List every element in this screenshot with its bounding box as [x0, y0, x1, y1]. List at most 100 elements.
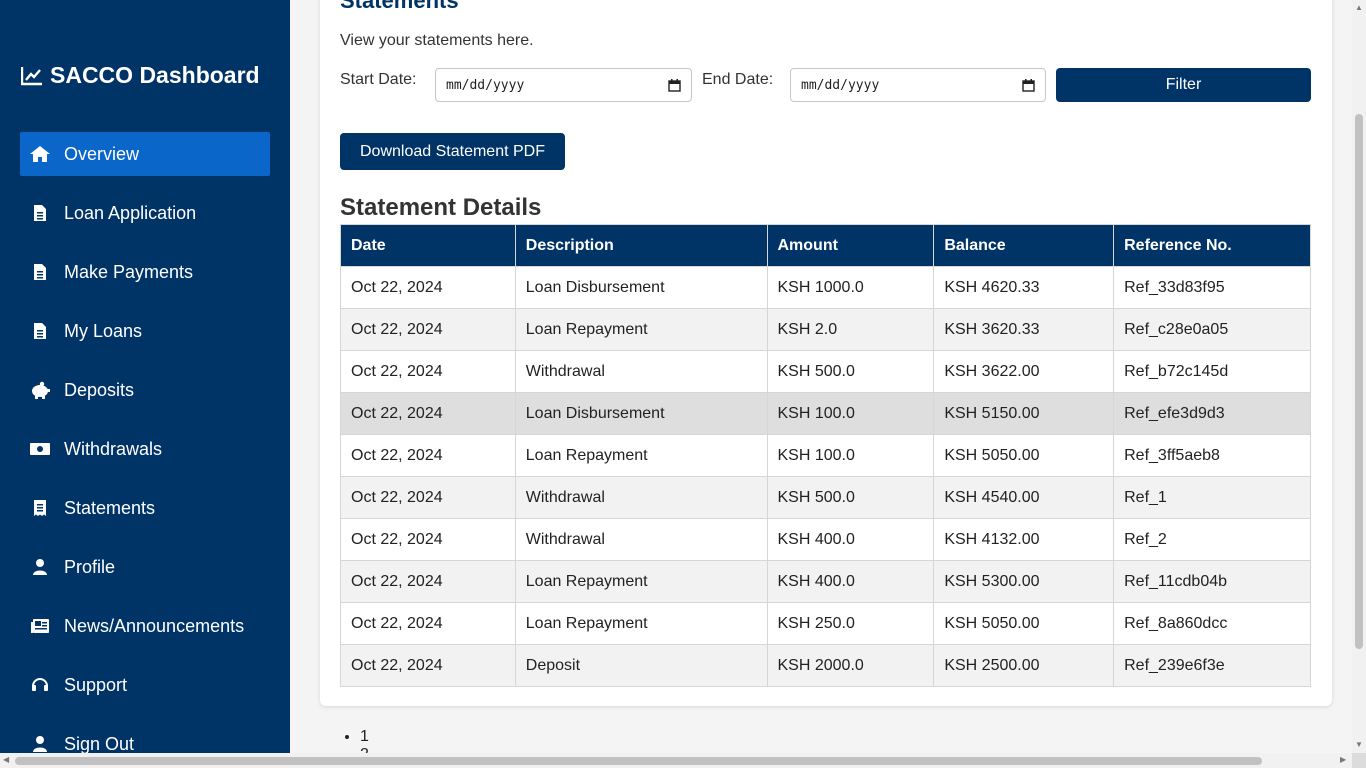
sidebar-item-label: Deposits — [64, 379, 135, 400]
page-title: Statements — [340, 0, 459, 13]
column-header-amount[interactable]: Amount — [766, 224, 935, 267]
column-header-reference[interactable]: Reference No. — [1113, 224, 1311, 267]
table-header-row: Date Description Amount Balance Referenc… — [340, 224, 1311, 267]
cell-description: Withdrawal — [514, 518, 768, 561]
table-row[interactable]: Oct 22, 2024 Loan Repayment KSH 100.0 KS… — [340, 434, 1311, 477]
cell-balance: KSH 2500.00 — [933, 644, 1115, 687]
horizontal-scroll-thumb[interactable] — [15, 757, 1262, 765]
sidebar-item-label: Loan Application — [64, 202, 197, 223]
cell-date: Oct 22, 2024 — [340, 602, 516, 645]
statement-table: Date Description Amount Balance Referenc… — [340, 224, 1311, 687]
sidebar-item-label: Sign Out — [64, 733, 135, 754]
cell-balance: KSH 4540.00 — [933, 476, 1115, 519]
cell-amount: KSH 400.0 — [766, 560, 935, 603]
cell-date: Oct 22, 2024 — [340, 392, 516, 435]
cell-description: Loan Repayment — [514, 434, 768, 477]
sidebar-item-news[interactable]: News/Announcements — [20, 604, 270, 648]
table-row[interactable]: Oct 22, 2024 Deposit KSH 2000.0 KSH 2500… — [340, 644, 1311, 687]
cell-reference: Ref_239e6f3e — [1113, 644, 1311, 687]
cell-date: Oct 22, 2024 — [340, 644, 516, 687]
table-row[interactable]: Oct 22, 2024 Withdrawal KSH 500.0 KSH 45… — [340, 476, 1311, 519]
pagination-page-1[interactable]: 1 — [360, 728, 369, 746]
cell-amount: KSH 100.0 — [766, 392, 935, 435]
home-icon — [28, 142, 52, 166]
column-header-description[interactable]: Description — [514, 224, 768, 267]
cell-balance: KSH 5150.00 — [933, 392, 1115, 435]
calendar-icon[interactable] — [1022, 78, 1035, 92]
cell-date: Oct 22, 2024 — [340, 476, 516, 519]
cell-reference: Ref_33d83f95 — [1113, 266, 1311, 309]
cell-description: Loan Disbursement — [514, 392, 768, 435]
calendar-icon[interactable] — [668, 78, 681, 92]
cell-reference: Ref_c28e0a05 — [1113, 308, 1311, 351]
table-row[interactable]: Oct 22, 2024 Withdrawal KSH 400.0 KSH 41… — [340, 518, 1311, 561]
brand[interactable]: SACCO Dashboard — [20, 62, 260, 89]
sidebar-item-statements[interactable]: Statements — [20, 486, 270, 530]
document-icon — [28, 201, 52, 225]
pagination-page-2[interactable]: 2 — [360, 746, 369, 753]
cell-amount: KSH 400.0 — [766, 518, 935, 561]
table-row[interactable]: Oct 22, 2024 Loan Repayment KSH 250.0 KS… — [340, 602, 1311, 645]
cell-date: Oct 22, 2024 — [340, 518, 516, 561]
cell-date: Oct 22, 2024 — [340, 560, 516, 603]
end-date-label: End Date: — [702, 71, 774, 88]
sidebar-item-label: Make Payments — [64, 261, 194, 282]
filter-button[interactable]: Filter — [1056, 68, 1311, 102]
cell-balance: KSH 4620.33 — [933, 266, 1115, 309]
start-date-input[interactable]: mm/dd/yyyy — [435, 68, 692, 102]
sidebar-nav: Overview Loan Application Make Payments … — [20, 132, 270, 768]
sidebar: SACCO Dashboard Overview Loan Applicatio… — [0, 0, 290, 768]
table-row[interactable]: Oct 22, 2024 Loan Disbursement KSH 100.0… — [340, 392, 1311, 435]
vertical-scroll-thumb[interactable] — [1355, 114, 1363, 649]
sidebar-item-make-payments[interactable]: Make Payments — [20, 250, 270, 294]
column-header-date[interactable]: Date — [340, 224, 516, 267]
cell-amount: KSH 2000.0 — [766, 644, 935, 687]
table-row[interactable]: Oct 22, 2024 Withdrawal KSH 500.0 KSH 36… — [340, 350, 1311, 393]
cell-date: Oct 22, 2024 — [340, 266, 516, 309]
sidebar-item-label: Withdrawals — [64, 438, 163, 459]
cell-reference: Ref_8a860dcc — [1113, 602, 1311, 645]
table-row[interactable]: Oct 22, 2024 Loan Repayment KSH 400.0 KS… — [340, 560, 1311, 603]
download-statement-button[interactable]: Download Statement PDF — [340, 133, 565, 170]
sidebar-item-overview[interactable]: Overview — [20, 132, 270, 176]
chart-line-icon — [20, 64, 44, 88]
column-header-balance[interactable]: Balance — [933, 224, 1115, 267]
table-row[interactable]: Oct 22, 2024 Loan Disbursement KSH 1000.… — [340, 266, 1311, 309]
sidebar-item-loan-application[interactable]: Loan Application — [20, 191, 270, 235]
user-icon — [28, 555, 52, 579]
sidebar-item-deposits[interactable]: Deposits — [20, 368, 270, 412]
sidebar-item-my-loans[interactable]: My Loans — [20, 309, 270, 353]
receipt-icon — [28, 496, 52, 520]
cell-amount: KSH 1000.0 — [766, 266, 935, 309]
sidebar-item-profile[interactable]: Profile — [20, 545, 270, 589]
cell-description: Loan Disbursement — [514, 266, 768, 309]
brand-title: SACCO Dashboard — [50, 62, 260, 88]
headset-icon — [28, 673, 52, 697]
scroll-up-icon[interactable]: ▲ — [1355, 3, 1363, 12]
sidebar-item-label: Statements — [64, 497, 156, 518]
cell-balance: KSH 3622.00 — [933, 350, 1115, 393]
piggy-bank-icon — [28, 378, 52, 402]
cell-balance: KSH 4132.00 — [933, 518, 1115, 561]
cell-balance: KSH 5050.00 — [933, 434, 1115, 477]
cell-balance: KSH 5300.00 — [933, 560, 1115, 603]
scrollbar-corner — [1352, 753, 1366, 768]
vertical-scrollbar[interactable]: ▲ ▼ — [1352, 0, 1366, 753]
scroll-left-icon[interactable]: ◀ — [3, 755, 9, 764]
cell-reference: Ref_11cdb04b — [1113, 560, 1311, 603]
horizontal-scrollbar[interactable]: ◀ ▶ — [0, 753, 1352, 768]
cell-amount: KSH 500.0 — [766, 350, 935, 393]
end-date-input[interactable]: mm/dd/yyyy — [790, 68, 1046, 102]
page-subtitle: View your statements here. — [340, 32, 534, 49]
sidebar-item-withdrawals[interactable]: Withdrawals — [20, 427, 270, 471]
newspaper-icon — [28, 614, 52, 638]
scroll-down-icon[interactable]: ▼ — [1355, 740, 1363, 749]
table-row[interactable]: Oct 22, 2024 Loan Repayment KSH 2.0 KSH … — [340, 308, 1311, 351]
cell-reference: Ref_1 — [1113, 476, 1311, 519]
document-icon — [28, 260, 52, 284]
cell-balance: KSH 5050.00 — [933, 602, 1115, 645]
cell-reference: Ref_b72c145d — [1113, 350, 1311, 393]
sidebar-item-support[interactable]: Support — [20, 663, 270, 707]
scroll-right-icon[interactable]: ▶ — [1340, 755, 1346, 764]
cell-reference: Ref_2 — [1113, 518, 1311, 561]
